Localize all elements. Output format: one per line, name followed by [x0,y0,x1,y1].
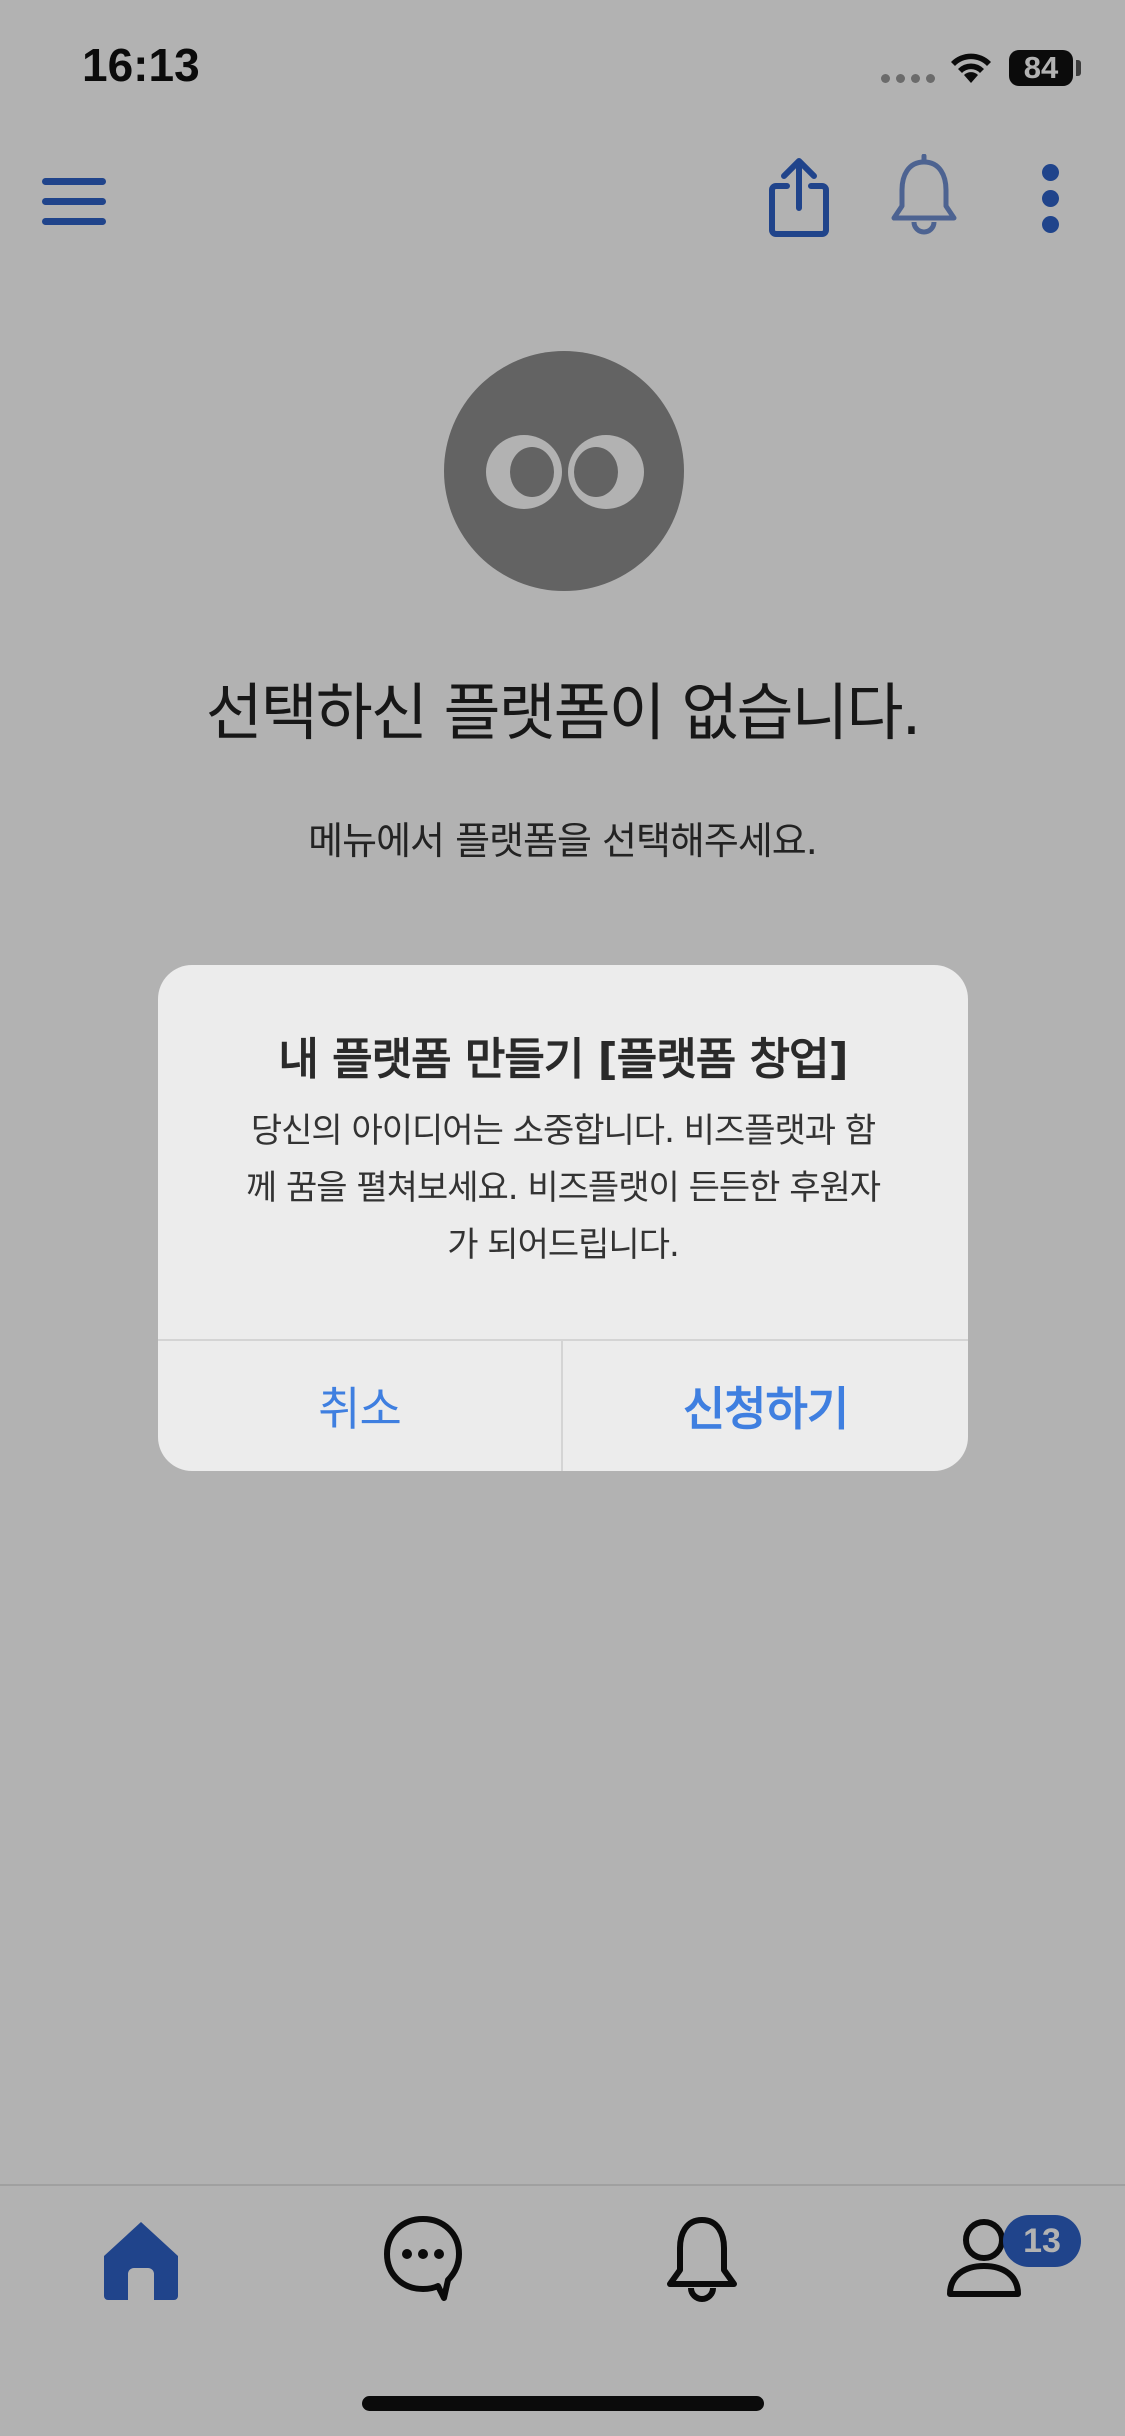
alert-title: 내 플랫폼 만들기 [플랫폼 창업] [278,1034,848,1085]
alert-message-line: 당신의 아이디어는 소중합니다. 비즈플랫과 함 [250,1111,876,1151]
create-platform-alert: 내 플랫폼 만들기 [플랫폼 창업] 당신의 아이디어는 소중합니다. 비즈플랫… [158,965,968,1471]
app-screen: 16:13 84 선택하신 플랫폼이 없습니다. 메뉴에서 플랫폼을 선택해주세… [0,0,1125,2436]
alert-message: 당신의 아이디어는 소중합니다. 비즈플랫과 함 께 꿈을 펼쳐보세요. 비즈플… [202,1103,924,1274]
alert-message-line: 께 꿈을 펼쳐보세요. 비즈플랫이 든든한 후원자 [245,1168,881,1208]
alert-message-line: 가 되어드립니다. [447,1225,680,1265]
cancel-button[interactable]: 취소 [158,1341,561,1471]
apply-button[interactable]: 신청하기 [563,1341,968,1471]
